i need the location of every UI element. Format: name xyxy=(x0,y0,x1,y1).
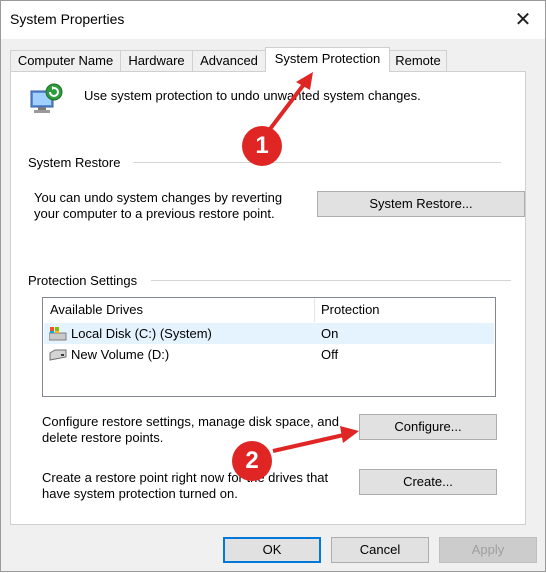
drive-icon xyxy=(49,349,67,361)
create-text-2: have system protection turned on. xyxy=(42,486,238,501)
protection-settings-group-label: Protection Settings xyxy=(28,273,138,288)
drive-protection-status: Off xyxy=(321,347,339,362)
configure-text-2: delete restore points. xyxy=(42,430,164,445)
system-restore-divider xyxy=(133,162,501,163)
ok-button[interactable]: OK xyxy=(223,537,321,563)
close-icon[interactable]: ✕ xyxy=(507,5,539,35)
system-restore-text-1: You can undo system changes by reverting xyxy=(34,190,283,205)
create-button[interactable]: Create... xyxy=(359,469,497,495)
title-bar: System Properties ✕ xyxy=(1,1,545,39)
apply-button[interactable]: Apply xyxy=(439,537,537,563)
system-properties-dialog: System Properties ✕ Computer Name Hardwa… xyxy=(0,0,546,572)
system-drive-icon xyxy=(49,327,67,341)
drive-name: Local Disk (C:) (System) xyxy=(71,326,212,341)
system-restore-text-2: your computer to a previous restore poin… xyxy=(34,206,275,221)
tab-computer-name[interactable]: Computer Name xyxy=(10,50,121,71)
system-restore-button[interactable]: System Restore... xyxy=(317,191,525,217)
configure-button[interactable]: Configure... xyxy=(359,414,497,440)
tab-hardware[interactable]: Hardware xyxy=(120,50,193,71)
drive-protection-status: On xyxy=(321,326,339,341)
tab-system-protection[interactable]: System Protection xyxy=(265,47,390,72)
column-separator[interactable] xyxy=(314,298,315,322)
tab-advanced[interactable]: Advanced xyxy=(192,50,266,71)
annotation-marker-2: 2 xyxy=(232,441,272,481)
create-text-1: Create a restore point right now for the… xyxy=(42,470,329,485)
cancel-button[interactable]: Cancel xyxy=(331,537,429,563)
annotation-marker-1: 1 xyxy=(242,126,282,166)
column-protection[interactable]: Protection xyxy=(321,298,380,322)
drives-list[interactable]: Available Drives Protection Local Disk (… xyxy=(42,297,496,397)
window-title: System Properties xyxy=(10,11,125,27)
drive-row-c[interactable]: Local Disk (C:) (System) On xyxy=(44,323,494,344)
system-protection-icon xyxy=(30,83,63,113)
configure-text-1: Configure restore settings, manage disk … xyxy=(42,414,340,429)
tab-remote[interactable]: Remote xyxy=(389,50,447,71)
drive-name: New Volume (D:) xyxy=(71,347,170,362)
drive-row-d[interactable]: New Volume (D:) Off xyxy=(44,344,494,365)
column-available-drives[interactable]: Available Drives xyxy=(50,298,143,322)
protection-settings-divider xyxy=(151,280,511,281)
system-restore-group-label: System Restore xyxy=(28,155,121,170)
header-description: Use system protection to undo unwanted s… xyxy=(84,88,421,103)
